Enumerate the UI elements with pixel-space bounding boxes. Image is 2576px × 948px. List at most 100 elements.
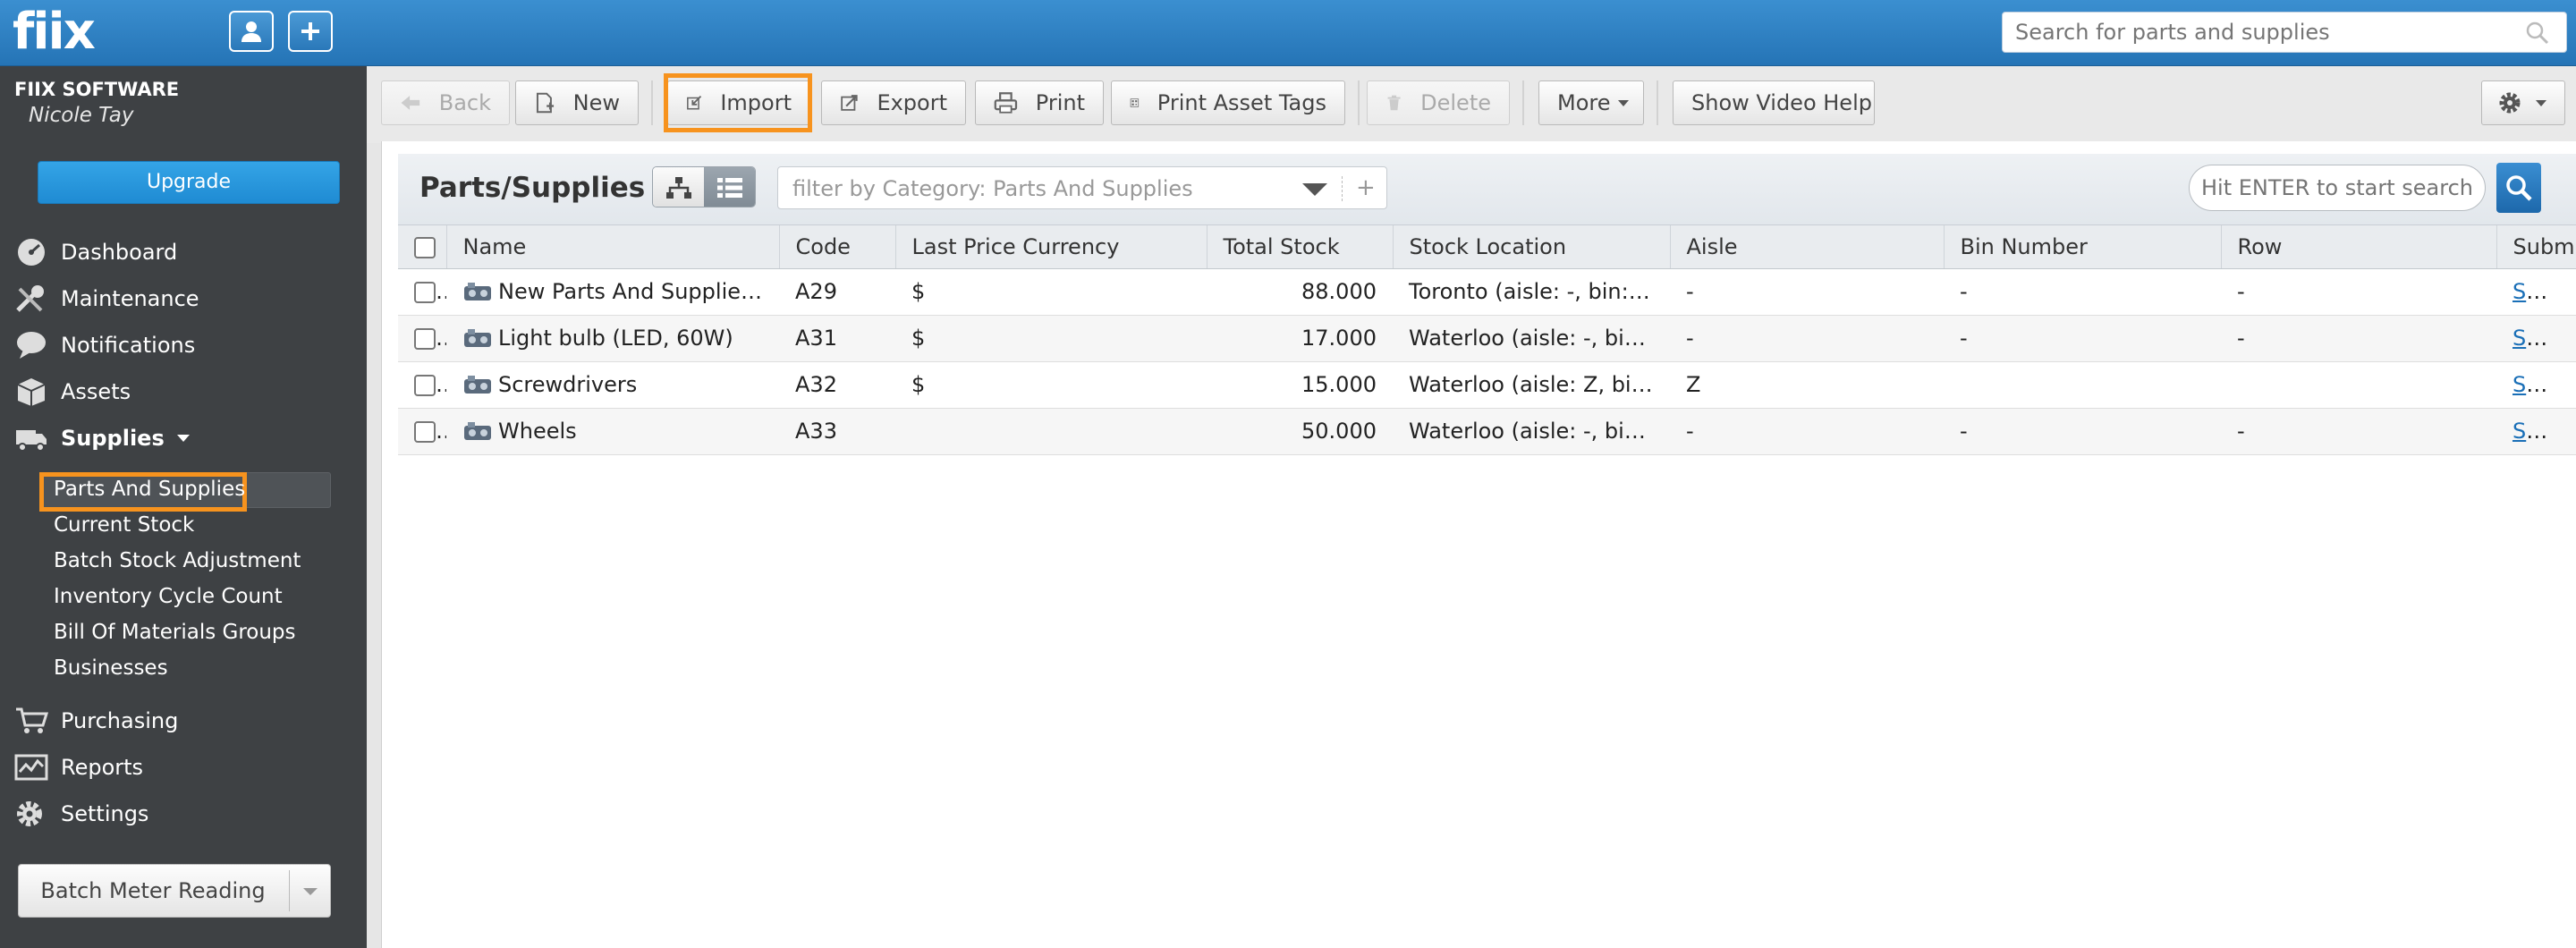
chevron-down-icon[interactable] — [1302, 183, 1327, 196]
print-button[interactable]: Print — [975, 80, 1104, 125]
sidebar: FIIX SOFTWARE Nicole Tay Upgrade Dashboa… — [0, 66, 367, 948]
dashboard-icon — [14, 236, 52, 268]
column-header-bin-number[interactable]: Bin Number — [1944, 225, 2222, 269]
cell-submit: Submi — [2496, 408, 2576, 455]
cart-icon — [14, 705, 52, 737]
list-view-icon — [716, 178, 742, 198]
cell-currency: $ — [895, 268, 1207, 316]
table-row[interactable]: New Parts And Supplies ... A29 $ 88.000 … — [398, 268, 2576, 316]
table-header-row: Name Code Last Price Currency Total Stoc… — [398, 225, 2576, 269]
panel-header: Parts/Supplies filter by Category: Parts… — [398, 154, 2576, 225]
select-all-checkbox[interactable] — [414, 236, 436, 258]
cell-aisle: - — [1670, 315, 1944, 362]
cell-bin: - — [1944, 408, 2221, 455]
table-row[interactable]: Light bulb (LED, 60W) A31 $ 17.000 Water… — [398, 315, 2576, 362]
column-header-submit[interactable]: Submi — [2496, 225, 2576, 269]
cell-currency: $ — [895, 315, 1207, 362]
select-all-cell — [398, 225, 447, 269]
settings-dropdown-button[interactable] — [2481, 80, 2565, 125]
sidebar-item-settings[interactable]: Settings — [14, 796, 148, 832]
add-filter-button[interactable]: + — [1356, 174, 1376, 201]
cell-currency — [895, 408, 1207, 455]
cell-bin — [1944, 361, 2221, 409]
cell-row — [2221, 361, 2496, 409]
cell-name[interactable]: Screwdrivers — [446, 361, 779, 409]
table-row[interactable]: Screwdrivers A32 $ 15.000 Waterloo (aisl… — [398, 361, 2576, 409]
cell-stock-location: Waterloo (aisle: Z, bin: , r... — [1393, 361, 1670, 409]
cell-total-stock: 17.000 — [1207, 315, 1393, 362]
sidebar-item-assets[interactable]: Assets — [14, 374, 131, 410]
sidebar-item-notifications[interactable]: Notifications — [14, 327, 195, 363]
sidebar-item-maintenance[interactable]: Maintenance — [14, 281, 199, 317]
chevron-down-icon[interactable] — [303, 888, 318, 895]
user-icon — [242, 21, 261, 42]
sidebar-subitem-current-stock[interactable]: Current Stock — [54, 513, 194, 537]
sidebar-subitem-bom-groups[interactable]: Bill Of Materials Groups — [54, 621, 296, 644]
column-header-row[interactable]: Row — [2221, 225, 2497, 269]
column-header-last-price-currency[interactable]: Last Price Currency — [895, 225, 1208, 269]
sidebar-subitem-businesses[interactable]: Businesses — [54, 656, 168, 680]
chevron-down-icon — [2536, 99, 2546, 106]
sidebar-subitem-inventory-cycle-count[interactable]: Inventory Cycle Count — [54, 585, 283, 608]
cell-aisle: Z — [1670, 361, 1944, 409]
sidebar-subitem-parts-and-supplies[interactable]: Parts And Supplies — [54, 478, 245, 501]
column-header-name[interactable]: Name — [446, 225, 780, 269]
upgrade-button[interactable]: Upgrade — [38, 161, 340, 204]
cell-name[interactable]: New Parts And Supplies ... — [446, 268, 779, 316]
cell-row: - — [2221, 408, 2496, 455]
column-header-total-stock[interactable]: Total Stock — [1207, 225, 1394, 269]
column-header-stock-location[interactable]: Stock Location — [1393, 225, 1671, 269]
fiix-logo[interactable]: fiix — [13, 5, 96, 59]
submit-link[interactable]: Submi — [2512, 279, 2576, 304]
part-icon — [464, 283, 491, 300]
batch-meter-reading-button[interactable]: Batch Meter Reading — [18, 864, 331, 918]
toolbar: Back New Import Export Print Print Asset… — [367, 66, 2576, 143]
part-icon — [464, 422, 491, 440]
cell-name[interactable]: Wheels — [446, 408, 779, 455]
cell-stock-location: Waterloo (aisle: -, bin: -, r... — [1393, 315, 1670, 362]
grid-search-input[interactable] — [2189, 165, 2486, 211]
submit-link[interactable]: Submi — [2512, 326, 2576, 351]
category-filter-select[interactable]: filter by Category: Parts And Supplies + — [777, 166, 1387, 209]
row-checkbox[interactable] — [414, 375, 436, 396]
cell-submit: Submi — [2496, 315, 2576, 362]
row-checkbox[interactable] — [414, 421, 436, 443]
page-title: Parts/Supplies — [419, 172, 646, 204]
list-view-button[interactable] — [704, 167, 755, 207]
show-video-help-button[interactable]: Show Video Help — [1673, 80, 1875, 125]
new-document-icon — [536, 92, 555, 114]
more-dropdown-button[interactable]: More — [1538, 80, 1644, 125]
search-icon[interactable] — [2524, 20, 2549, 45]
print-asset-tags-button[interactable]: Print Asset Tags — [1111, 80, 1345, 125]
table-row[interactable]: Wheels A33 50.000 Waterloo (aisle: -, bi… — [398, 408, 2576, 455]
sidebar-item-purchasing[interactable]: Purchasing — [14, 703, 178, 739]
delete-button[interactable]: Delete — [1367, 80, 1510, 125]
speech-bubble-icon — [14, 329, 52, 361]
cell-aisle: - — [1670, 408, 1944, 455]
grid-search-button[interactable] — [2496, 163, 2541, 213]
submit-link[interactable]: Submi — [2512, 419, 2576, 444]
sidebar-item-dashboard[interactable]: Dashboard — [14, 234, 177, 270]
top-bar: fiix — [0, 0, 2576, 66]
new-button[interactable]: New — [515, 80, 639, 125]
column-header-code[interactable]: Code — [779, 225, 896, 269]
quick-add-button[interactable] — [288, 11, 333, 52]
back-button[interactable]: Back — [381, 80, 510, 125]
cell-row: - — [2221, 315, 2496, 362]
cell-code: A32 — [779, 361, 895, 409]
export-button[interactable]: Export — [821, 80, 966, 125]
row-checkbox[interactable] — [414, 282, 436, 303]
sidebar-item-supplies[interactable]: Supplies — [14, 420, 190, 456]
cell-name[interactable]: Light bulb (LED, 60W) — [446, 315, 779, 362]
row-checkbox[interactable] — [414, 328, 436, 350]
sidebar-item-reports[interactable]: Reports — [14, 749, 143, 785]
submit-link[interactable]: Submi — [2512, 372, 2576, 397]
tree-view-button[interactable] — [653, 167, 704, 207]
sidebar-subitem-batch-stock-adjustment[interactable]: Batch Stock Adjustment — [54, 549, 301, 572]
user-profile-button[interactable] — [229, 11, 274, 52]
global-search-input[interactable] — [2002, 12, 2567, 53]
part-icon — [464, 376, 491, 394]
chevron-down-icon — [176, 435, 190, 442]
column-header-aisle[interactable]: Aisle — [1670, 225, 1945, 269]
user-name[interactable]: Nicole Tay — [29, 104, 134, 127]
